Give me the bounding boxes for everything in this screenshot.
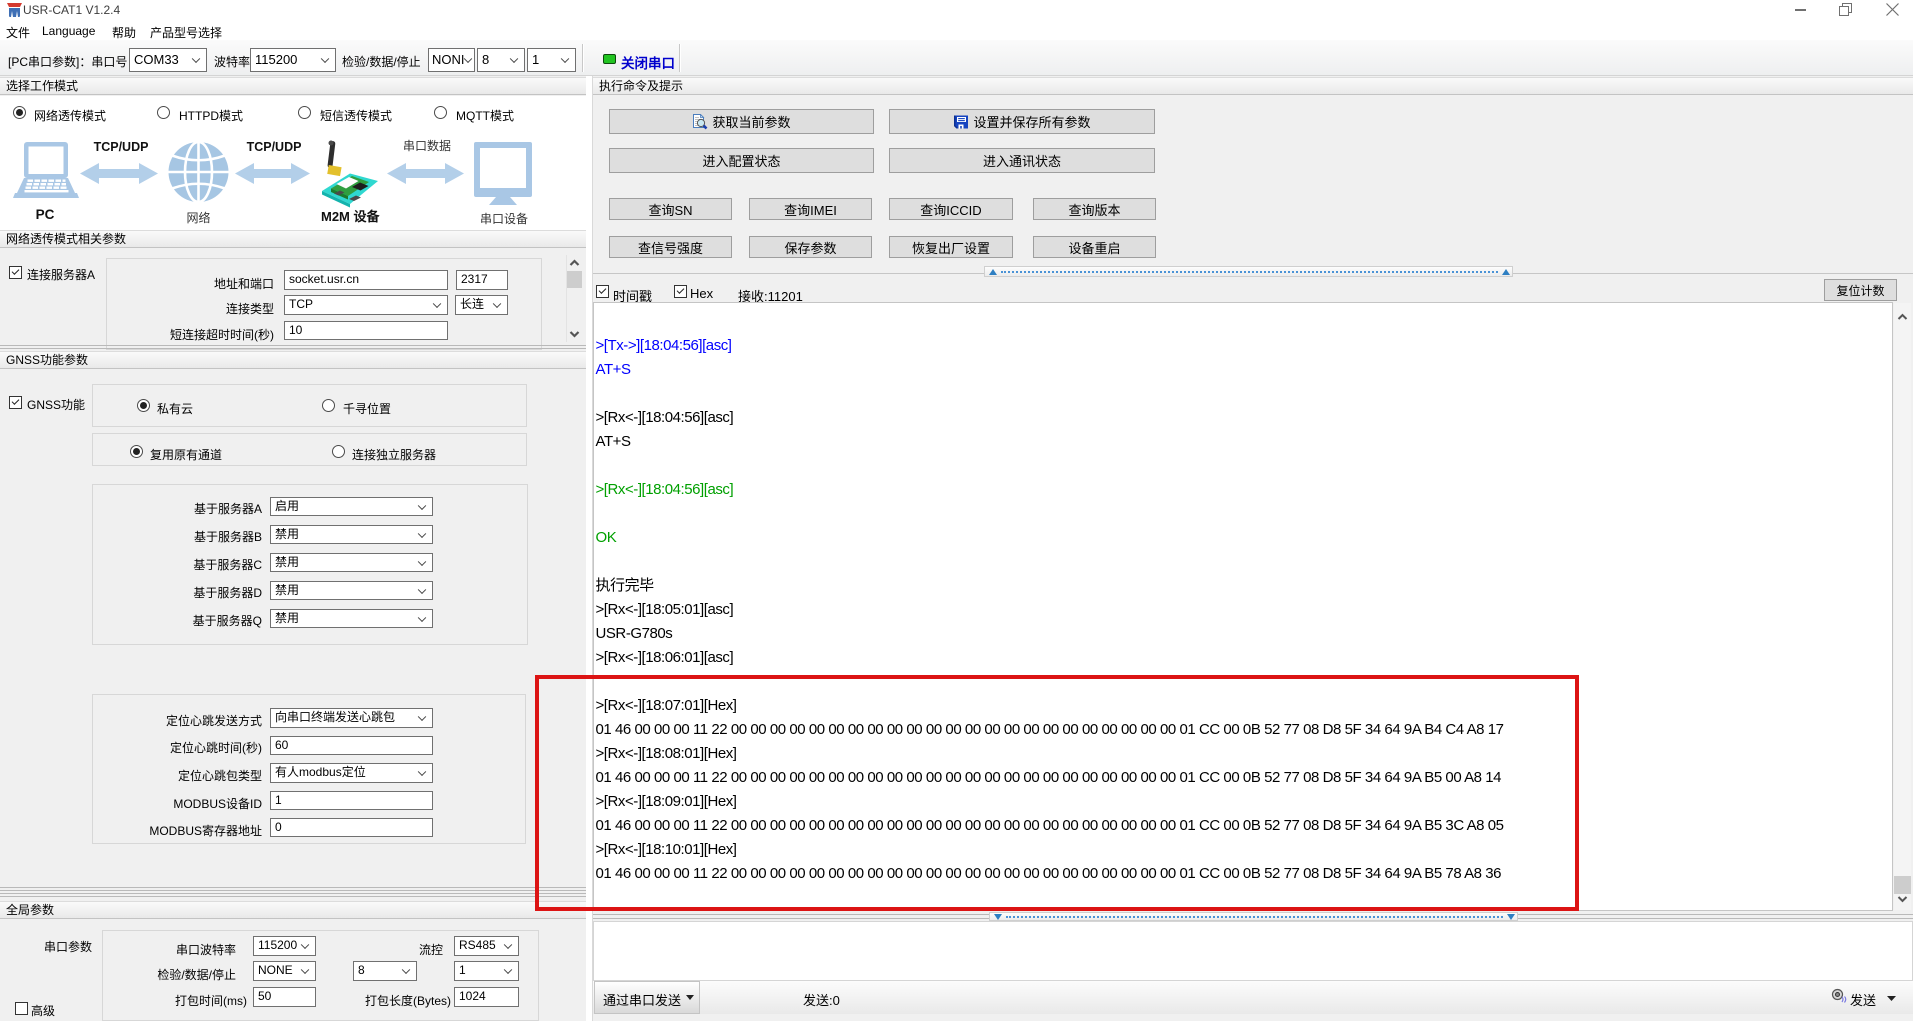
svg-text:PC: PC bbox=[36, 207, 55, 222]
svg-text:TCP/UDP: TCP/UDP bbox=[94, 140, 149, 154]
svg-text:M2M 设备: M2M 设备 bbox=[321, 209, 381, 224]
svg-text:串口设备: 串口设备 bbox=[480, 212, 528, 226]
svg-text:TCP/UDP: TCP/UDP bbox=[247, 140, 302, 154]
svg-text:串口数据: 串口数据 bbox=[403, 138, 451, 153]
svg-text:网络: 网络 bbox=[186, 210, 210, 225]
